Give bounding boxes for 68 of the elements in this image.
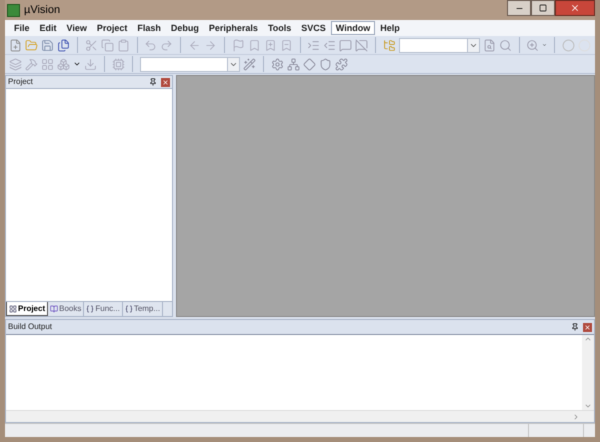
menu-item[interactable]: Debug	[166, 21, 204, 35]
maximize-button[interactable]	[531, 0, 555, 16]
grid-icon	[9, 304, 17, 312]
pin-icon[interactable]	[149, 78, 157, 86]
close-button[interactable]	[555, 0, 595, 16]
shield-icon[interactable]	[319, 58, 332, 70]
window-title: µVision	[24, 2, 60, 18]
braces-icon	[124, 305, 133, 313]
scroll-down-icon[interactable]	[584, 402, 592, 410]
circle-icon[interactable]	[562, 38, 576, 52]
indent-icon[interactable]	[307, 38, 320, 52]
menu-item[interactable]: Help	[375, 21, 405, 35]
target-combo-box[interactable]	[140, 56, 240, 72]
menu-item[interactable]: Project	[92, 21, 132, 35]
close-icon	[162, 78, 169, 86]
copy-icon[interactable]	[100, 38, 114, 52]
panel-title: Build Output	[8, 321, 52, 333]
folder-icon[interactable]	[25, 38, 38, 52]
save-icon[interactable]	[41, 38, 54, 52]
panel-tab[interactable]: Project	[6, 302, 48, 316]
menu-item[interactable]: Tools	[262, 21, 296, 35]
build-icon[interactable]	[25, 58, 38, 70]
search-icon[interactable]	[498, 38, 512, 52]
wand-icon[interactable]	[243, 58, 256, 70]
find-combo-box[interactable]	[398, 38, 480, 52]
paste-icon[interactable]	[116, 38, 130, 52]
menu-item[interactable]: Flash	[132, 21, 166, 35]
new-file-icon[interactable]	[9, 38, 22, 52]
menu-item[interactable]: Window	[330, 21, 376, 35]
diamond-icon[interactable]	[303, 58, 316, 70]
panel-tab[interactable]: Temp...	[122, 302, 164, 316]
bookmark-icon[interactable]	[248, 38, 260, 52]
maximize-icon	[539, 4, 547, 12]
book-icon	[50, 305, 58, 313]
comment-icon[interactable]	[339, 38, 352, 52]
redo-icon[interactable]	[160, 38, 174, 52]
menu-item[interactable]: View	[62, 21, 92, 35]
panel-tab[interactable]: Books	[48, 302, 84, 316]
menu-item[interactable]: Peripherals	[204, 21, 263, 35]
braces-icon	[86, 305, 94, 313]
zoom-icon[interactable]	[526, 38, 540, 52]
undo-icon[interactable]	[144, 38, 158, 52]
vertical-scrollbar[interactable]	[582, 335, 594, 410]
close-button[interactable]	[161, 78, 170, 86]
options-icon[interactable]	[271, 58, 284, 70]
panel-tab[interactable]: Func...	[84, 302, 123, 316]
find-in-files-icon[interactable]	[482, 38, 496, 52]
app-icon	[7, 4, 20, 16]
menu-item[interactable]: SVCS	[296, 21, 331, 35]
close-button[interactable]	[583, 322, 592, 332]
back-arrow-icon[interactable]	[188, 38, 201, 52]
horizontal-scrollbar[interactable]	[6, 410, 594, 422]
close-icon	[570, 3, 580, 13]
menu-item[interactable]: File	[9, 21, 35, 35]
forward-arrow-icon[interactable]	[204, 38, 217, 52]
close-icon	[584, 324, 591, 330]
bookmark-minus-icon[interactable]	[280, 38, 292, 52]
caret-icon[interactable]	[73, 60, 81, 68]
menu-item[interactable]: Edit	[34, 21, 62, 35]
pin-icon[interactable]	[571, 323, 579, 331]
scroll-right-icon[interactable]	[572, 412, 580, 420]
minimize-button[interactable]	[507, 0, 531, 16]
outdent-icon[interactable]	[323, 38, 336, 52]
panel-title: Project	[8, 76, 33, 88]
flag-icon[interactable]	[232, 38, 244, 52]
scroll-up-icon[interactable]	[584, 335, 592, 343]
bookmark-plus-icon[interactable]	[264, 38, 276, 52]
cut-icon[interactable]	[84, 38, 98, 52]
